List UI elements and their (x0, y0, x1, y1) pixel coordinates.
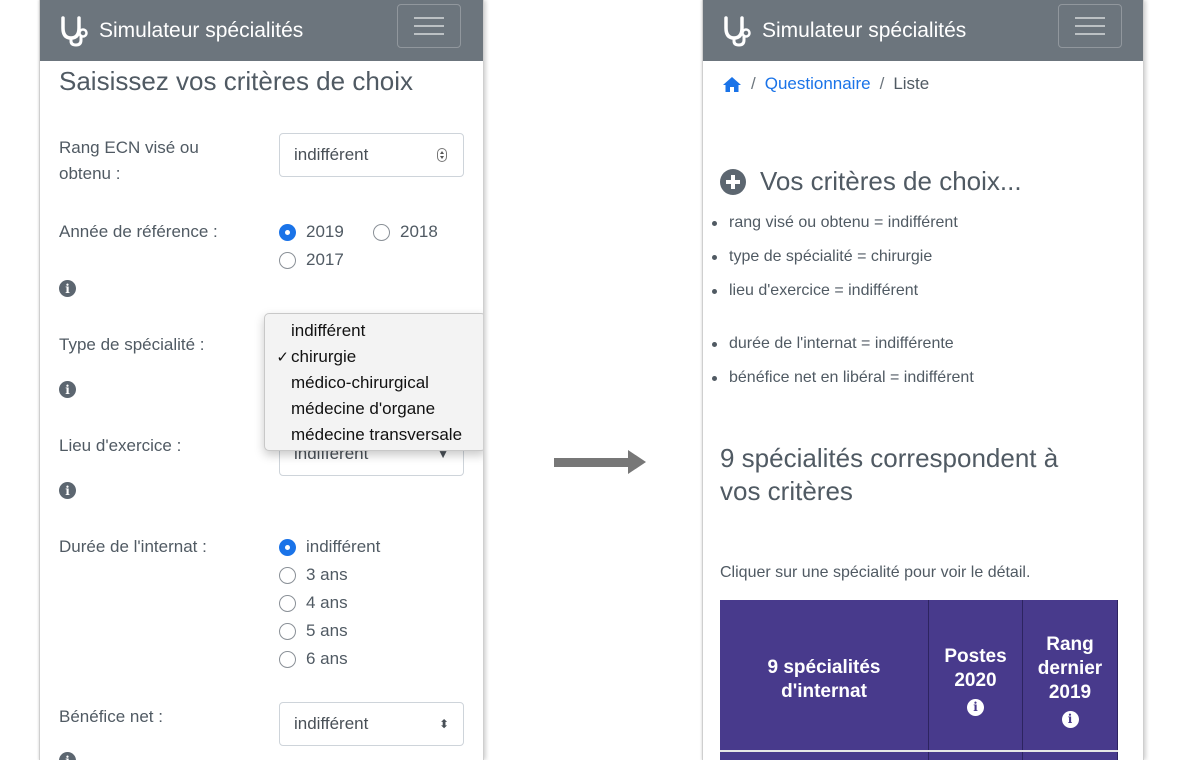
stethoscope-icon (724, 15, 751, 47)
type-option-medecine-organe[interactable]: médecine d'organe (265, 396, 483, 422)
type-option-medecine-transversale[interactable]: médecine transversale (265, 422, 483, 448)
info-icon[interactable]: i (1061, 710, 1079, 728)
radio-duree-5[interactable]: 5 ans (279, 621, 348, 641)
hamburger-icon (1075, 17, 1105, 19)
radio-duree-3[interactable]: 3 ans (279, 565, 348, 585)
brand[interactable]: Simulateur spécialités (721, 14, 966, 48)
results-count-heading: 9 spécialités correspondent à vos critèr… (720, 443, 1059, 506)
info-icon[interactable]: i (59, 280, 76, 297)
arrow-head (628, 450, 646, 474)
radio-annee-2019[interactable]: 2019 (279, 222, 344, 242)
radio-icon[interactable] (279, 650, 296, 668)
stepper-icon (437, 148, 447, 162)
radio-icon[interactable] (373, 223, 390, 241)
arrow-right-icon (554, 458, 630, 467)
menu-toggle-button[interactable] (397, 4, 461, 48)
brand-title: Simulateur spécialités (99, 18, 304, 42)
stethoscope-icon (61, 15, 88, 47)
radio-checked-icon[interactable] (279, 538, 296, 556)
column-header-postes[interactable]: Postes 2020 i (929, 600, 1023, 760)
page-title: Saisissez vos critères de choix (59, 66, 414, 96)
type-option-indifferent[interactable]: indifférent (265, 318, 483, 344)
type-dropdown-menu: indifférent ✓ chirurgie médico-chirurgica… (264, 313, 483, 451)
menu-toggle-button[interactable] (1058, 4, 1122, 48)
criteria-item: durée de l'internat = indifférente (712, 335, 954, 353)
questionnaire-screen: Simulateur spécialités Saisissez vos cri… (39, 0, 484, 760)
criteria-item: rang visé ou obtenu = indifférent (712, 214, 958, 232)
radio-icon[interactable] (279, 251, 296, 269)
brand[interactable]: Simulateur spécialités (58, 14, 303, 48)
hamburger-icon (414, 17, 444, 19)
sort-caret-icon: ⬍ (438, 717, 449, 731)
radio-icon[interactable] (279, 594, 296, 612)
breadcrumb-current: Liste (893, 74, 930, 93)
radio-duree-6[interactable]: 6 ans (279, 649, 348, 669)
breadcrumb: / Questionnaire / Liste (722, 74, 929, 94)
info-icon[interactable]: i (59, 381, 76, 398)
navbar: Simulateur spécialités (40, 0, 483, 61)
radio-duree-4[interactable]: 4 ans (279, 593, 348, 613)
radio-annee-2017[interactable]: 2017 (279, 250, 344, 270)
column-header-specialites[interactable]: 9 spécialités d'internat (720, 600, 929, 760)
plus-circle-icon[interactable] (720, 168, 746, 195)
annee-label: Année de référence : (59, 222, 218, 241)
radio-annee-2018[interactable]: 2018 (373, 222, 438, 242)
checkmark-icon: ✓ (276, 349, 289, 366)
info-icon[interactable]: i (59, 482, 76, 499)
type-option-chirurgie[interactable]: ✓ chirurgie (265, 344, 483, 370)
type-label: Type de spécialité : (59, 335, 205, 354)
breadcrumb-questionnaire-link[interactable]: Questionnaire (765, 74, 871, 94)
benefice-select[interactable]: indifférent ⬍ (279, 702, 464, 746)
rang-label: Rang ECN visé ou obtenu : (59, 138, 199, 183)
criteria-item: bénéfice net en libéral = indifférent (712, 369, 974, 387)
brand-title: Simulateur spécialités (762, 18, 967, 42)
table-row-divider (720, 750, 1118, 752)
radio-icon[interactable] (279, 566, 296, 584)
criteria-item: type de spécialité = chirurgie (712, 248, 932, 266)
navbar: Simulateur spécialités (703, 0, 1143, 61)
results-screen: Simulateur spécialités / Questionnaire /… (702, 0, 1144, 760)
column-header-rang[interactable]: Rang dernier 2019 i (1023, 600, 1118, 760)
duree-label: Durée de l'internat : (59, 537, 207, 556)
criteria-heading[interactable]: Vos critères de choix... (720, 166, 1022, 197)
info-icon[interactable]: i (967, 698, 984, 716)
radio-checked-icon[interactable] (279, 223, 296, 241)
info-icon[interactable]: i (59, 752, 76, 760)
results-hint: Cliquer sur une spécialité pour voir le … (720, 564, 1031, 581)
rang-select[interactable]: indifférent (279, 133, 464, 177)
benefice-label: Bénéfice net : (59, 707, 163, 726)
criteria-item: lieu d'exercice = indifférent (712, 282, 918, 300)
results-table-header: 9 spécialités d'internat Postes 2020 i R… (720, 600, 1118, 760)
radio-icon[interactable] (279, 622, 296, 640)
lieu-label: Lieu d'exercice : (59, 436, 182, 455)
home-icon[interactable] (722, 76, 742, 93)
type-option-medico-chirurgical[interactable]: médico-chirurgical (265, 370, 483, 396)
radio-duree-indifferent[interactable]: indifférent (279, 537, 380, 557)
